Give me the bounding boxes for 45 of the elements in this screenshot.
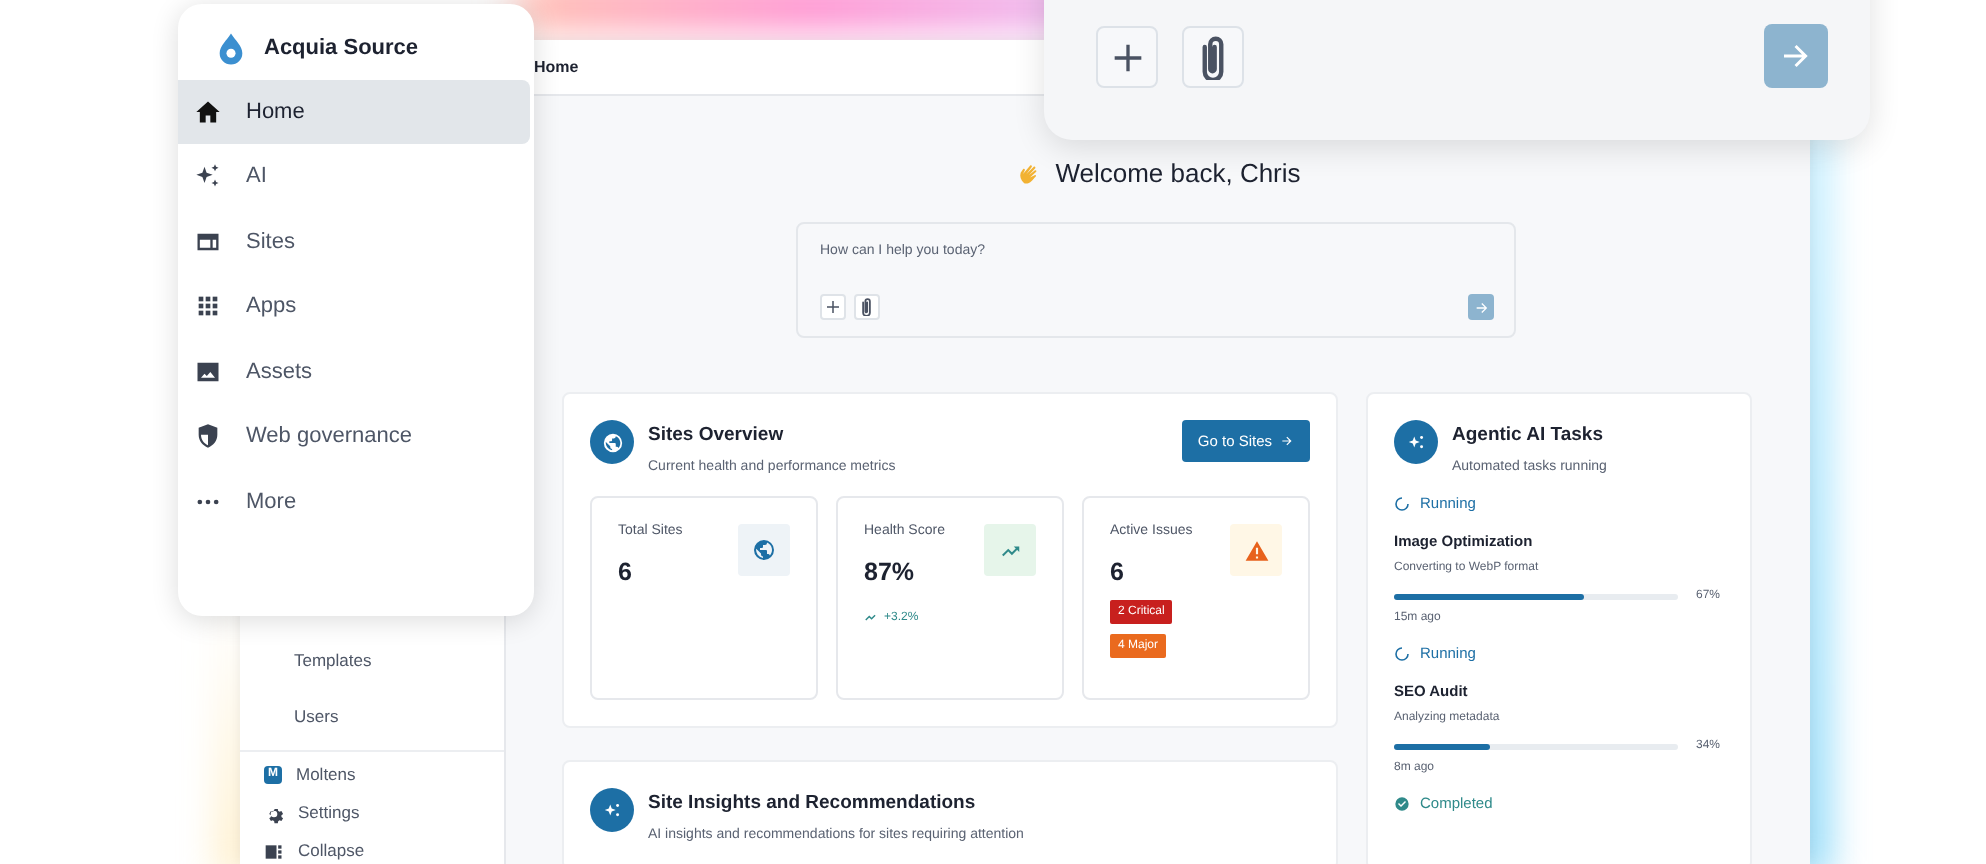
warning-icon: [1243, 537, 1269, 563]
metric-value: 6: [1110, 558, 1126, 586]
sparkle-icon: [1405, 431, 1427, 453]
settings-icon: [264, 803, 284, 823]
paperclip-icon: [1202, 35, 1224, 79]
metric-value: 6: [618, 558, 634, 586]
menu-item[interactable]: Apps: [178, 275, 530, 338]
add-button[interactable]: [1096, 26, 1158, 88]
globe-icon: [752, 538, 776, 562]
attach-button[interactable]: [854, 294, 880, 320]
card-title: Site Insights and Recommendations: [648, 792, 978, 814]
paperclip-icon: [862, 298, 872, 316]
welcome-heading: Welcome back, Chris: [1055, 158, 1301, 188]
sparkle-icon: [194, 162, 222, 191]
sidebar-item[interactable]: Users: [240, 694, 504, 738]
menu-item[interactable]: More: [178, 470, 530, 533]
arrow-right-icon: [1280, 434, 1294, 448]
globe-icon: [601, 431, 623, 453]
plus-icon: [824, 298, 842, 316]
trend-up-icon: [864, 610, 878, 624]
add-button[interactable]: [820, 294, 846, 320]
sidebar-item[interactable]: Templates: [240, 638, 504, 682]
sidebar-item[interactable]: Settings: [240, 802, 504, 824]
card-title: Sites Overview: [648, 424, 786, 446]
menu-item[interactable]: Web governance: [178, 405, 530, 468]
drop-logo-icon: [214, 31, 248, 65]
shield-icon: [194, 422, 222, 451]
menu-item[interactable]: AI: [178, 145, 530, 208]
card-title: Agentic AI Tasks: [1452, 424, 1605, 446]
breadcrumb[interactable]: Home: [534, 58, 579, 76]
spinner-icon: [1394, 495, 1410, 511]
collapse-icon: [264, 841, 284, 861]
grid-icon: [194, 292, 222, 321]
arrow-right-icon: [1473, 299, 1489, 315]
metric-value: 87%: [864, 558, 917, 586]
menu-item[interactable]: Assets: [178, 340, 530, 403]
home-icon: [194, 97, 222, 126]
spinner-icon: [1394, 645, 1410, 661]
brand-name: Acquia Source: [264, 36, 419, 60]
menu-item[interactable]: Home: [178, 80, 530, 143]
menu-item[interactable]: Sites: [178, 210, 530, 273]
attach-button[interactable]: [1182, 26, 1244, 88]
image-icon: [194, 357, 222, 386]
sidebar-item[interactable]: Collapse: [240, 840, 504, 862]
sparkle-icon: [601, 799, 623, 821]
